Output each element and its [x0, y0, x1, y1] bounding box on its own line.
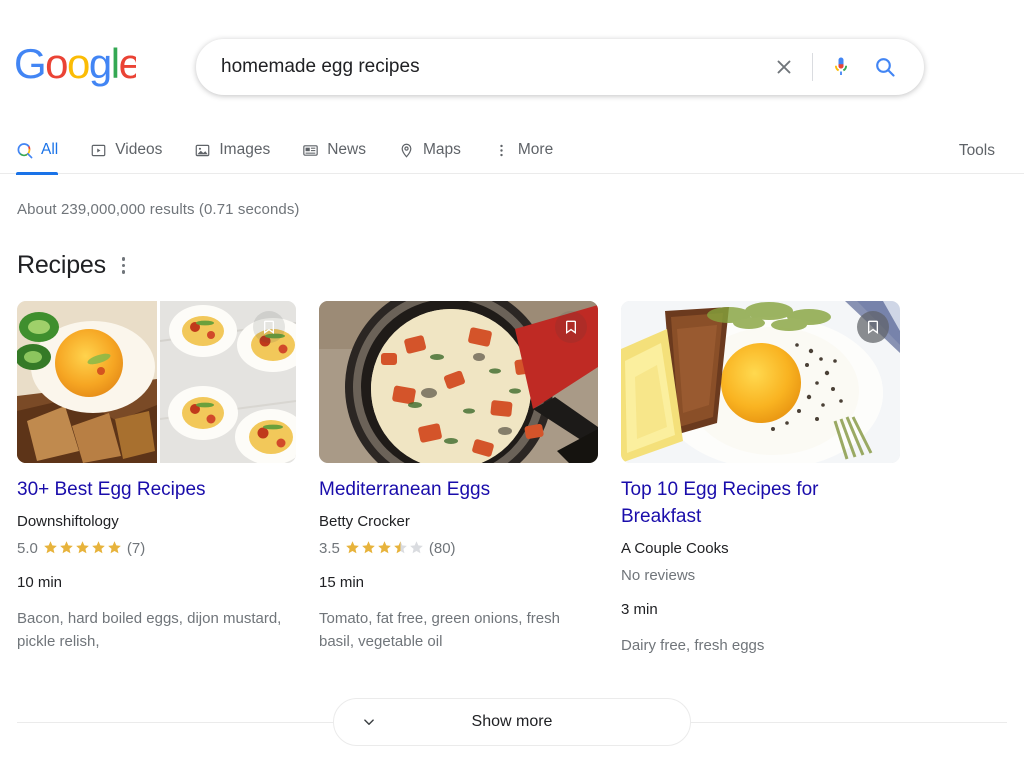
result-stats: About 239,000,000 results (0.71 seconds): [17, 201, 300, 218]
tab-images[interactable]: Images: [194, 127, 284, 174]
divider-right: [690, 721, 1007, 723]
search-bar-icons: [762, 45, 907, 89]
tools-button[interactable]: Tools: [943, 127, 1024, 174]
kebab-icon: [493, 142, 510, 159]
recipe-thumbnail[interactable]: [319, 301, 598, 463]
recipe-rating: 3.5 (80): [319, 540, 598, 558]
show-more-button[interactable]: Show more: [333, 698, 691, 746]
show-more-label: Show more: [471, 713, 553, 730]
recipe-card-list: 30+ Best Egg Recipes Downshiftology 5.0 …: [17, 301, 1024, 657]
recipe-time: 10 min: [17, 573, 63, 591]
tab-news-label: News: [327, 141, 366, 158]
tab-more[interactable]: More: [493, 127, 567, 174]
page-header: Google: [0, 0, 1024, 127]
tab-all-label: All: [41, 141, 59, 158]
recipe-source: A Couple Cooks: [621, 539, 729, 557]
recipe-card: 30+ Best Egg Recipes Downshiftology 5.0 …: [17, 301, 296, 657]
recipe-rating: 5.0 (7): [17, 540, 296, 558]
recipe-ingredients: Bacon, hard boiled eggs, dijon mustard, …: [17, 609, 282, 651]
save-bookmark-icon[interactable]: [555, 311, 587, 343]
rating-value: 3.5: [319, 540, 340, 558]
search-nav-tabs: All Videos Images News Maps More Tools: [0, 127, 1024, 175]
rating-count: (80): [428, 540, 456, 558]
page-title: Recipes: [17, 251, 106, 279]
results-area: About 239,000,000 results (0.71 seconds)…: [0, 174, 1024, 657]
search-icon: [16, 142, 33, 159]
recipe-title-link[interactable]: Mediterranean Eggs: [319, 477, 598, 504]
search-bar[interactable]: [196, 39, 924, 95]
tab-maps[interactable]: Maps: [398, 127, 475, 174]
recipe-title-link[interactable]: Top 10 Egg Recipes for Breakfast: [621, 477, 900, 531]
microphone-icon[interactable]: [819, 45, 863, 89]
google-logo[interactable]: Google: [14, 40, 150, 87]
show-more-row: Show more: [17, 698, 1007, 746]
recipe-card: Mediterranean Eggs Betty Crocker 3.5 (80…: [319, 301, 598, 657]
save-bookmark-icon[interactable]: [253, 311, 285, 343]
recipes-section-header: Recipes: [17, 251, 1024, 280]
recipe-ingredients: Dairy free, fresh eggs: [621, 636, 765, 654]
recipe-time: 3 min: [621, 600, 658, 618]
tab-all[interactable]: All: [14, 127, 72, 175]
tab-maps-label: Maps: [422, 141, 461, 158]
tab-videos-label: Videos: [115, 141, 163, 158]
rating-stars: [345, 540, 424, 555]
image-icon: [194, 142, 211, 159]
map-pin-icon: [398, 142, 415, 159]
svg-text:Google: Google: [14, 46, 136, 87]
recipe-card: Top 10 Egg Recipes for Breakfast A Coupl…: [621, 301, 900, 657]
tab-videos[interactable]: Videos: [90, 127, 176, 174]
clear-icon[interactable]: [762, 45, 806, 89]
video-icon: [90, 142, 107, 159]
chevron-down-icon: [360, 713, 378, 731]
rating-stars: [43, 540, 122, 555]
divider-left: [17, 721, 334, 723]
recipe-ingredients: Tomato, fat free, green onions, fresh ba…: [319, 609, 560, 651]
recipe-source: Betty Crocker: [319, 512, 410, 530]
recipe-title-link[interactable]: 30+ Best Egg Recipes: [17, 477, 296, 504]
tab-more-label: More: [517, 141, 554, 158]
save-bookmark-icon[interactable]: [857, 311, 889, 343]
recipe-thumbnail[interactable]: [17, 301, 296, 463]
tools-label: Tools: [958, 141, 995, 159]
recipe-source: Downshiftology: [17, 512, 119, 530]
rating-count: (7): [126, 540, 146, 558]
section-kebab-icon[interactable]: [119, 252, 129, 279]
search-divider: [812, 53, 813, 81]
news-icon: [302, 142, 319, 159]
recipe-thumbnail[interactable]: [621, 301, 900, 463]
search-results-page: Google homemade egg recipes All Videos I…: [0, 0, 1024, 776]
tab-images-label: Images: [219, 141, 271, 158]
recipe-no-reviews: No reviews: [621, 567, 696, 585]
search-submit-icon[interactable]: [863, 45, 907, 89]
recipe-time: 15 min: [319, 573, 365, 591]
rating-value: 5.0: [17, 540, 38, 558]
search-input[interactable]: [221, 56, 762, 78]
tab-news[interactable]: News: [302, 127, 380, 174]
